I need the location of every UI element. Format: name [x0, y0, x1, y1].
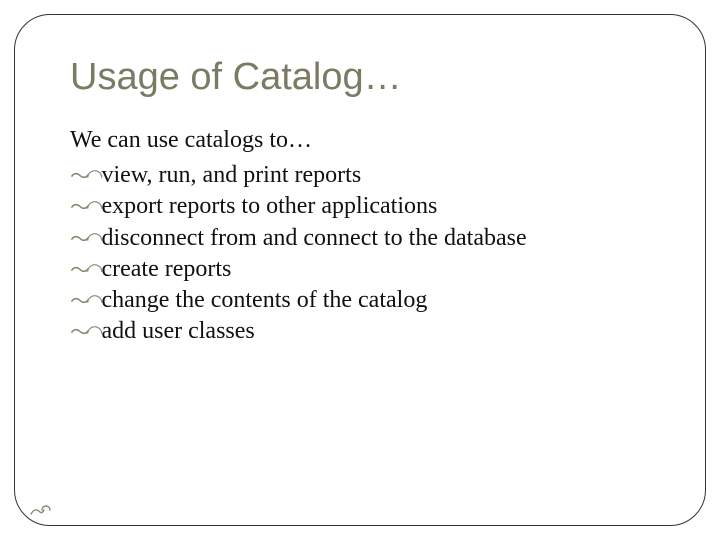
- bullet-icon: ～◠: [70, 289, 99, 315]
- slide-title: Usage of Catalog…: [70, 56, 660, 99]
- slide: Usage of Catalog… We can use catalogs to…: [0, 0, 720, 540]
- bullet-text: create reports: [101, 254, 231, 285]
- bullet-icon: ～◠: [70, 195, 99, 221]
- slide-content: Usage of Catalog… We can use catalogs to…: [70, 56, 660, 347]
- corner-decoration-icon: [30, 505, 50, 515]
- bullet-icon: ～◠: [70, 320, 99, 346]
- bullet-icon: ～◠: [70, 258, 99, 284]
- bullet-icon: ～◠: [70, 227, 99, 253]
- bullet-text: change the contents of the catalog: [101, 285, 427, 316]
- bullet-item: ～◠ export reports to other applications: [70, 191, 660, 222]
- bullet-text: view, run, and print reports: [101, 160, 361, 191]
- bullet-icon: ～◠: [70, 164, 99, 190]
- bullet-item: ～◠ add user classes: [70, 316, 660, 347]
- bullet-text: add user classes: [101, 316, 254, 347]
- bullet-list: ～◠ view, run, and print reports ～◠ expor…: [70, 160, 660, 347]
- bullet-item: ～◠ view, run, and print reports: [70, 160, 660, 191]
- bullet-text: disconnect from and connect to the datab…: [101, 223, 526, 254]
- bullet-text: export reports to other applications: [101, 191, 437, 222]
- bullet-item: ～◠ disconnect from and connect to the da…: [70, 223, 660, 254]
- bullet-item: ～◠ change the contents of the catalog: [70, 285, 660, 316]
- intro-text: We can use catalogs to…: [70, 125, 660, 156]
- bullet-item: ～◠ create reports: [70, 254, 660, 285]
